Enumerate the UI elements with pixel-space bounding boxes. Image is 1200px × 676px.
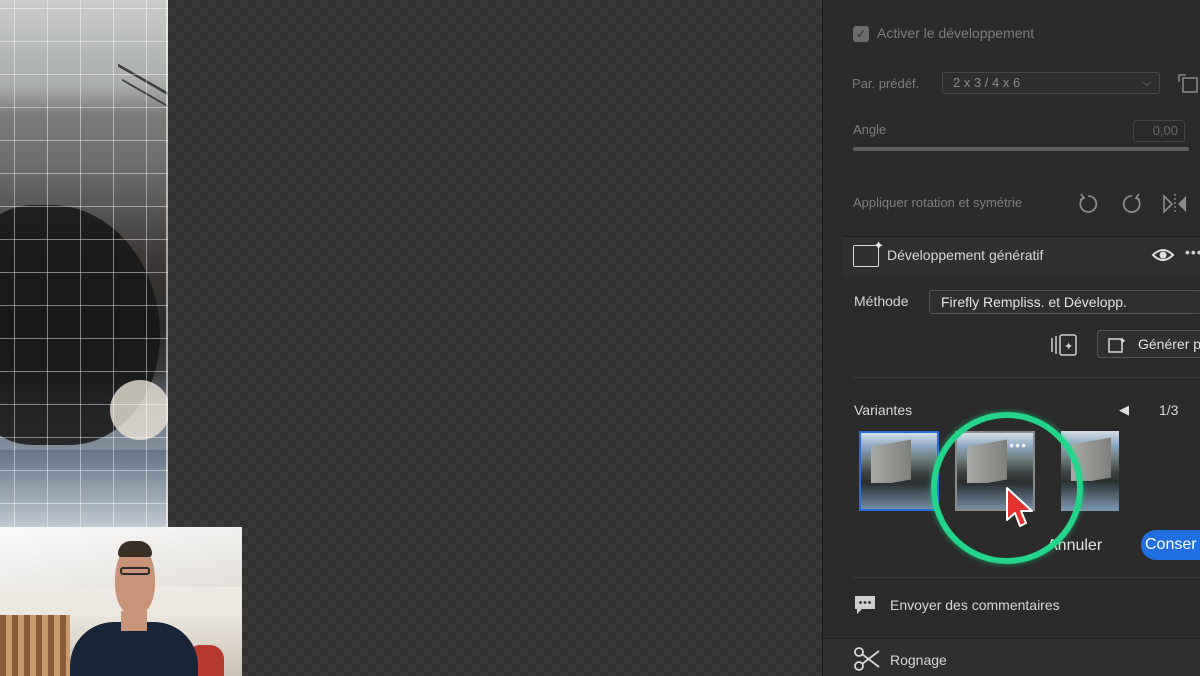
variant-thumbnail-1[interactable] (859, 431, 939, 511)
generate-button[interactable]: ✦ Générer p (1097, 330, 1200, 358)
chevron-down-icon: ⌵ (1142, 77, 1151, 89)
sparkle-settings-icon[interactable]: ✦ (1049, 332, 1079, 358)
properties-panel: ✓ Activer le développement Par. prédéf. … (822, 0, 1200, 676)
angle-input[interactable]: 0,00 (1133, 120, 1185, 142)
webcam-person-glasses (120, 567, 150, 575)
generate-icon: ✦ (1108, 335, 1128, 353)
flip-horizontal-icon[interactable] (1161, 191, 1187, 217)
angle-slider[interactable] (853, 147, 1189, 151)
thumb-water (861, 483, 937, 509)
webcam-overlay (0, 527, 242, 676)
generative-expand-icon (853, 238, 884, 267)
feedback-link[interactable]: Envoyer des commentaires (890, 597, 1060, 613)
cursor-icon (1005, 486, 1035, 530)
thumb-building (871, 439, 911, 487)
scissors-icon (853, 646, 881, 672)
preset-label: Par. prédéf. (852, 76, 920, 91)
generate-button-label: Générer p (1138, 336, 1200, 352)
divider (853, 377, 1200, 378)
webcam-stair-railing (0, 615, 70, 676)
checkmark-icon[interactable]: ✓ (853, 26, 869, 42)
preset-select[interactable]: 2 x 3 / 4 x 6 ⌵ (942, 72, 1160, 94)
rotate-label: Appliquer rotation et symétrie (853, 195, 1023, 210)
divider (853, 577, 1200, 578)
keep-button[interactable]: Conser (1141, 530, 1200, 560)
svg-text:✦: ✦ (1119, 337, 1127, 347)
swap-orientation-icon[interactable] (1177, 72, 1198, 93)
svg-text:✦: ✦ (1064, 340, 1073, 353)
crop-label: Rognage (890, 652, 947, 668)
preset-select-value: 2 x 3 / 4 x 6 (953, 75, 1021, 90)
variants-label: Variantes (854, 402, 913, 418)
rotate-right-icon[interactable] (1119, 191, 1145, 217)
rotate-left-icon[interactable] (1075, 191, 1101, 217)
generative-title: Développement génératif (887, 247, 1044, 263)
crop-grid-overlay (0, 0, 168, 530)
eye-icon[interactable] (1151, 245, 1175, 265)
method-select[interactable]: Firefly Rempliss. et Développ. (929, 290, 1200, 314)
comment-icon[interactable] (853, 594, 877, 616)
angle-label: Angle (853, 122, 887, 137)
section-more-icon[interactable]: ••• (1185, 244, 1200, 260)
enable-development-label: Activer le développement (877, 25, 1035, 41)
crop-edge[interactable] (166, 0, 168, 530)
method-label: Méthode (854, 293, 909, 309)
variant-page-count: 1/3 (1159, 402, 1179, 418)
webcam-person-hair (118, 541, 152, 557)
prev-variant-icon[interactable]: ◀ (1119, 402, 1129, 418)
